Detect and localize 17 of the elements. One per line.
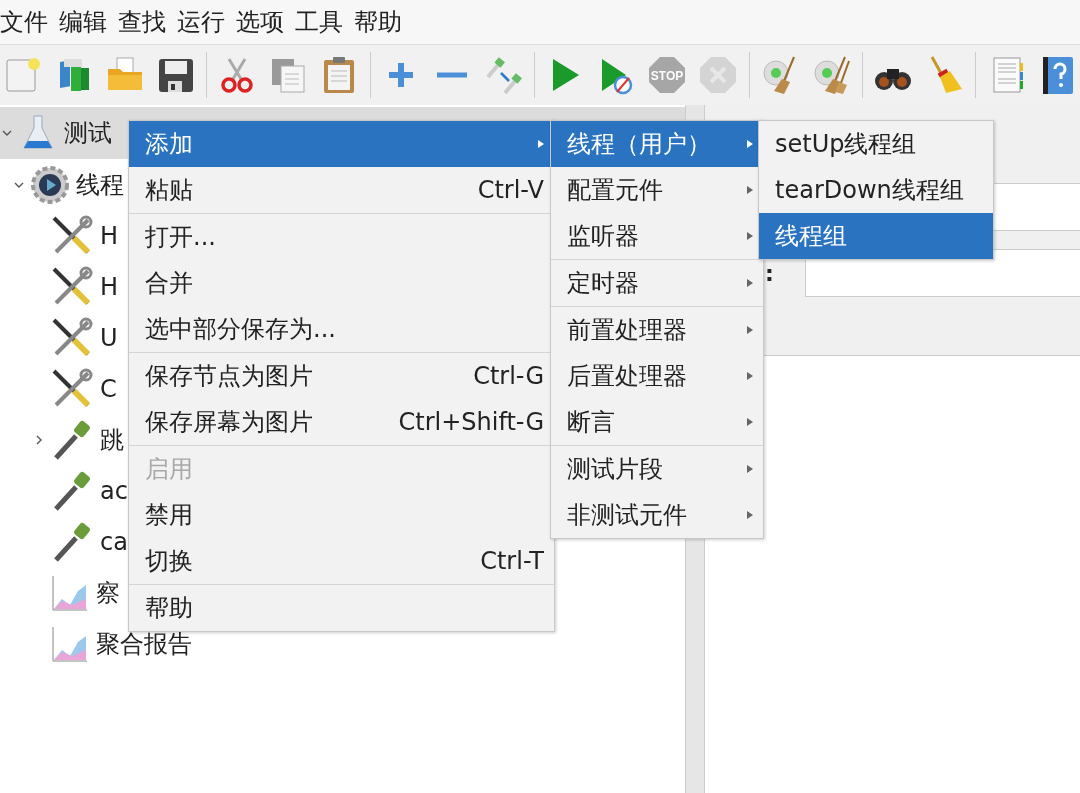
shortcut-label: Ctrl-T — [480, 547, 544, 575]
field-label: : — [764, 260, 775, 286]
tree-label: H — [100, 221, 119, 250]
tree-label: ca — [100, 527, 128, 556]
shortcut-label: Ctrl-G — [473, 362, 544, 390]
tree-label: 测试 — [64, 118, 112, 149]
tree-label: 察 — [96, 577, 120, 609]
tree-label: 跳 — [100, 424, 124, 456]
tree-label: ac — [100, 476, 128, 505]
tree-label: H — [100, 272, 119, 301]
tree-label: 线程 — [76, 169, 124, 201]
tree-label: C — [100, 374, 117, 403]
shortcut-label: Ctrl+Shift-G — [398, 408, 544, 436]
tree-label: U — [100, 323, 118, 352]
tree-label: 聚合报告 — [96, 628, 192, 660]
stop-label: STOP — [651, 69, 684, 83]
shortcut-label: Ctrl-V — [477, 176, 544, 204]
